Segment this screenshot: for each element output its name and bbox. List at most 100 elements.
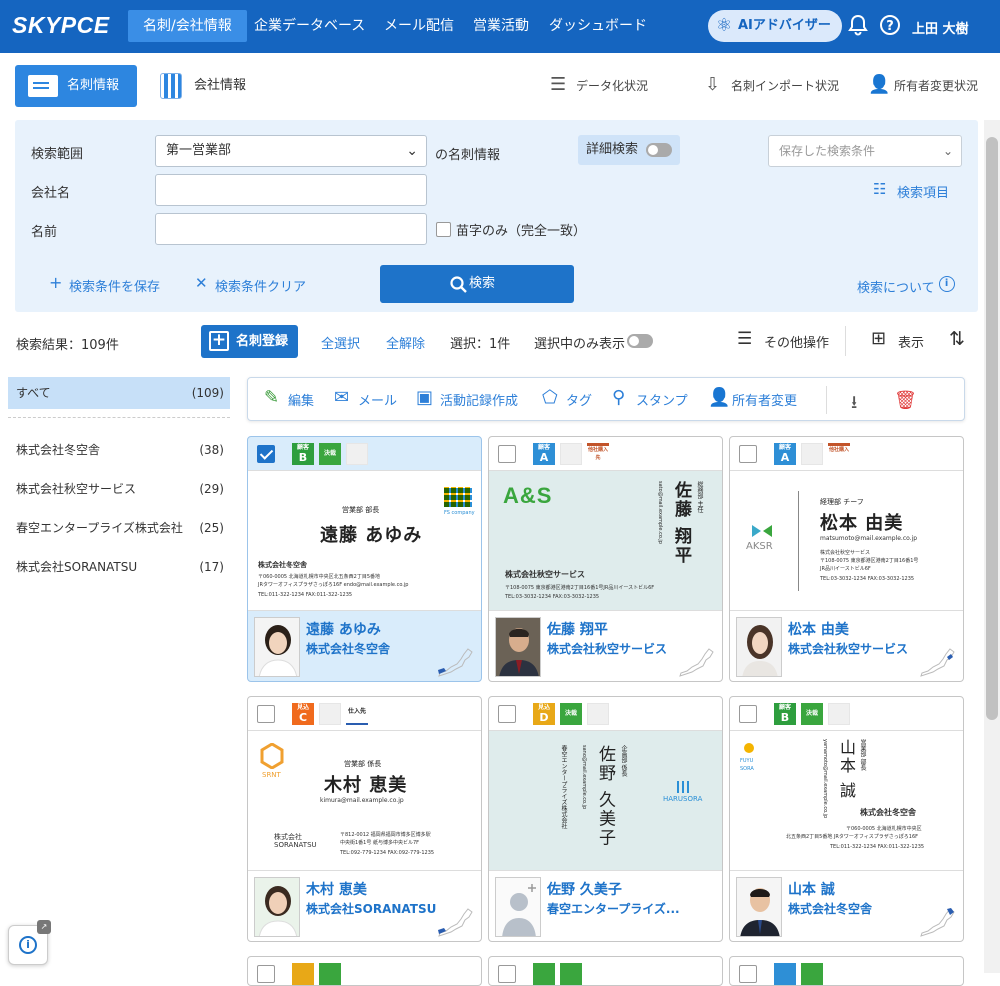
card-owner-company[interactable]: 株式会社冬空舎: [788, 900, 872, 917]
card-owner-name[interactable]: 佐野 久美子: [547, 879, 622, 899]
download-icon: ⭳: [851, 392, 858, 413]
company-name-label: 会社名: [31, 186, 71, 201]
card-owner-name[interactable]: 遠藤 あゆみ: [306, 619, 381, 639]
tag-slot-empty: [828, 703, 850, 725]
bell-icon[interactable]: [848, 14, 868, 41]
sidebar-item-company[interactable]: 株式会社冬空舎 (38): [8, 434, 230, 473]
business-card-image: AKSR 経理部 チーフ 松本 由美 matsumoto@mail.exampl…: [730, 470, 963, 611]
saved-search-select[interactable]: 保存した検索条件 ⌄: [768, 135, 962, 167]
owner-change-status-link[interactable]: 👤 所有者変更状況: [868, 74, 978, 95]
owner-change-button[interactable]: 👤 所有者変更: [708, 387, 797, 409]
sidebar-item-company[interactable]: 春空エンタープライズ株式会社 (25): [8, 512, 230, 551]
business-card-tile[interactable]: [729, 956, 964, 986]
view-button[interactable]: ⊞ 表示: [871, 328, 924, 351]
surname-only-checkbox[interactable]: [436, 222, 451, 237]
tag-button[interactable]: ⬠ タグ: [542, 387, 592, 409]
business-card-tile[interactable]: 見込 D 決裁 佐野 久美子 企画部 係長 sano@mail.example.c…: [488, 696, 723, 942]
sidebar-item-all[interactable]: すべて (109): [8, 377, 230, 409]
card-checkbox[interactable]: [498, 445, 516, 463]
card-checkbox[interactable]: [257, 965, 275, 983]
activity-record-button[interactable]: ▣ 活動記録作成: [416, 387, 518, 409]
business-card-tile[interactable]: 顧客 A 他社購入先 A&S 佐藤 翔平 総務部 主任 sato@mail.exa…: [488, 436, 723, 682]
result-count: 検索結果：109件: [16, 338, 119, 353]
nav-dashboard[interactable]: ダッシュボード: [534, 10, 662, 42]
name-input[interactable]: [155, 213, 427, 245]
clear-conditions-button[interactable]: ✕ 検索条件クリア: [195, 274, 307, 295]
card-checkbox[interactable]: [739, 445, 757, 463]
business-card-tile[interactable]: 顧客 B 決裁 FUYU SORA 山本 誠 営業部 部長 yamamoto@ma…: [729, 696, 964, 942]
toggle-switch[interactable]: [646, 143, 672, 157]
search-scope-select[interactable]: 第一営業部 ⌄: [155, 135, 427, 167]
ai-advisor-button[interactable]: ⚛ AIアドバイザー: [708, 10, 842, 42]
about-search-link[interactable]: 検索について i: [857, 276, 955, 296]
nav-company-database[interactable]: 企業データベース: [239, 10, 380, 42]
help-icon[interactable]: ?: [879, 14, 901, 41]
company-name-input[interactable]: [155, 174, 427, 206]
card-checkbox[interactable]: [739, 705, 757, 723]
external-link-icon: ↗: [37, 920, 51, 934]
business-card-tile[interactable]: 顧客 B 決裁 FS company 営業部 部長 遠藤 あゆみ 株式会社冬空舎 …: [247, 436, 482, 682]
nav-cards[interactable]: 名刺/会社情報: [128, 10, 247, 42]
info-floating-button[interactable]: i ↗: [8, 920, 51, 965]
data-status-link[interactable]: ☰ データ化状況: [550, 74, 648, 95]
show-selected-only-toggle[interactable]: [627, 334, 653, 348]
search-button[interactable]: 検索: [380, 265, 574, 303]
card-owner-company[interactable]: 株式会社秋空サービス: [547, 640, 667, 657]
card-checkbox[interactable]: [498, 705, 516, 723]
card-footer: 佐野 久美子 春空エンタープライズ...: [489, 872, 722, 941]
business-card-tile[interactable]: 見込 C 仕入先 SRNT 営業部 係長 木村 恵美 kimura@mail.ex…: [247, 696, 482, 942]
top-navigation-bar: SKYPCE 名刺/会社情報 企業データベース メール配信 営業活動 ダッシュボ…: [0, 0, 1000, 53]
mail-button[interactable]: ✉ メール: [334, 387, 397, 409]
card-owner-company[interactable]: 株式会社SORANATSU: [306, 900, 436, 917]
search-items-button[interactable]: ☷ 検索項目: [873, 180, 949, 201]
card-checkbox[interactable]: [498, 965, 516, 983]
card-owner-name[interactable]: 松本 由美: [788, 619, 849, 639]
tab-company-info[interactable]: 会社情報: [160, 73, 246, 99]
other-operations-button[interactable]: ☰ その他操作: [737, 329, 829, 351]
download-button[interactable]: ⭳: [851, 390, 857, 420]
nav-mail[interactable]: メール配信: [369, 10, 469, 42]
card-checkbox[interactable]: [739, 965, 757, 983]
app-logo[interactable]: SKYPCE: [12, 12, 110, 39]
card-owner-name[interactable]: 佐藤 翔平: [547, 619, 608, 639]
save-conditions-label: 検索条件を保存: [69, 280, 161, 295]
user-name[interactable]: 上田 大樹: [912, 18, 969, 37]
card-owner-name[interactable]: 山本 誠: [788, 879, 835, 899]
selected-count: 選択：1件: [450, 337, 511, 352]
clear-conditions-label: 検索条件クリア: [215, 280, 307, 295]
card-checkbox[interactable]: [257, 445, 275, 463]
tab-business-cards[interactable]: 名刺情報: [15, 65, 137, 107]
deselect-all-link[interactable]: 全解除: [386, 333, 425, 352]
card-owner-name[interactable]: 木村 恵美: [306, 879, 367, 899]
ai-advisor-label: AIアドバイザー: [738, 18, 831, 33]
card-owner-company[interactable]: 株式会社秋空サービス: [788, 640, 908, 657]
card-email: sano@mail.example.co.jp: [581, 745, 587, 810]
import-status-link[interactable]: ⇩ 名刺インポート状況: [705, 74, 839, 95]
save-conditions-button[interactable]: + 検索条件を保存: [49, 273, 161, 295]
pencil-icon: ✎: [264, 387, 280, 408]
delete-button[interactable]: 🗑: [894, 390, 917, 411]
stamp-button[interactable]: ⚲ スタンプ: [612, 387, 688, 409]
sidebar-item-company[interactable]: 株式会社秋空サービス (29): [8, 473, 230, 512]
card-footer: 松本 由美 株式会社秋空サービス: [730, 612, 963, 681]
sidebar-item-company[interactable]: 株式会社SORANATSU (17): [8, 551, 230, 590]
business-card-tile[interactable]: 顧客 A 他社購入 AKSR 経理部 チーフ 松本 由美 matsumoto@ma…: [729, 436, 964, 682]
sort-icon[interactable]: ⇅: [949, 328, 965, 350]
surname-only-label: 苗字のみ（完全一致）: [456, 224, 587, 239]
business-card-tile[interactable]: [488, 956, 723, 986]
card-phone: TEL:011-322-1234 FAX:011-322-1235: [830, 844, 925, 850]
card-checkbox[interactable]: [257, 705, 275, 723]
register-card-button[interactable]: + 名刺登録: [201, 325, 298, 358]
card-company: 春空エンタープライズ株式会社: [560, 745, 567, 829]
detail-search-toggle[interactable]: 詳細検索: [578, 135, 680, 165]
nav-sales-activity[interactable]: 営業活動: [458, 10, 544, 42]
grade-badge: [774, 963, 796, 985]
edit-button[interactable]: ✎ 編集: [264, 387, 314, 409]
select-all-link[interactable]: 全選択: [321, 333, 360, 352]
business-card-tile[interactable]: [247, 956, 482, 986]
card-owner-company[interactable]: 春空エンタープライズ...: [547, 900, 680, 917]
card-address: JR品川イーストビル6F: [820, 566, 871, 572]
card-owner-company[interactable]: 株式会社冬空舎: [306, 640, 390, 657]
scrollbar-thumb[interactable]: [986, 137, 998, 720]
tag-other-purchase: 他社購入先: [587, 443, 609, 465]
